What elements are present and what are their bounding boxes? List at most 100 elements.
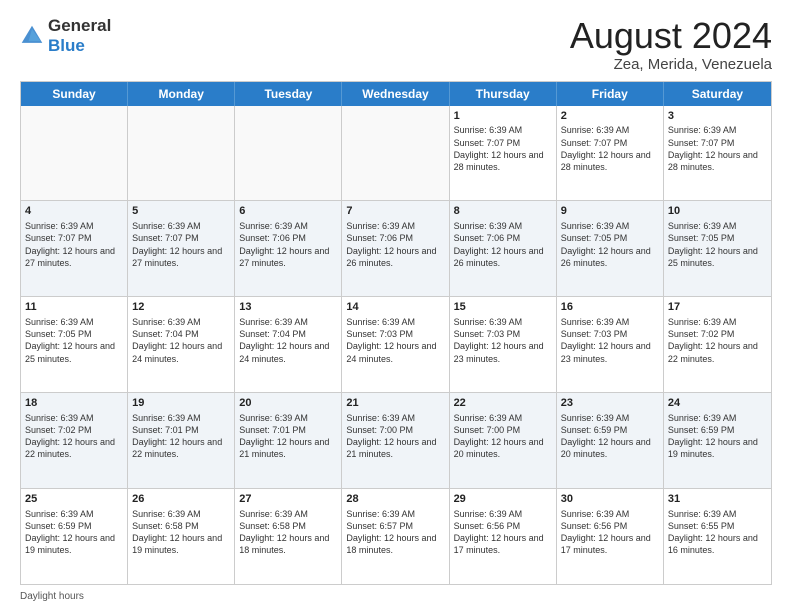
logo-icon xyxy=(20,24,44,48)
footer: Daylight hours xyxy=(20,591,772,602)
day-number: 30 xyxy=(561,492,659,507)
page: General Blue August 2024 Zea, Merida, Ve… xyxy=(0,0,792,612)
day-info: Daylight: 12 hours and 26 minutes. xyxy=(561,245,659,269)
calendar-day-header: Tuesday xyxy=(235,82,342,106)
day-info: Sunset: 7:07 PM xyxy=(454,137,552,149)
calendar-cell xyxy=(21,106,128,201)
calendar-week: 18Sunrise: 6:39 AMSunset: 7:02 PMDayligh… xyxy=(21,393,771,489)
day-info: Sunrise: 6:39 AM xyxy=(239,316,337,328)
day-info: Daylight: 12 hours and 27 minutes. xyxy=(239,245,337,269)
day-info: Sunrise: 6:39 AM xyxy=(668,124,767,136)
day-number: 9 xyxy=(561,204,659,219)
calendar-cell: 21Sunrise: 6:39 AMSunset: 7:00 PMDayligh… xyxy=(342,393,449,488)
day-info: Sunrise: 6:39 AM xyxy=(25,412,123,424)
day-info: Sunset: 7:06 PM xyxy=(239,232,337,244)
day-info: Sunrise: 6:39 AM xyxy=(25,508,123,520)
day-number: 24 xyxy=(668,396,767,411)
day-info: Sunrise: 6:39 AM xyxy=(454,220,552,232)
day-info: Sunrise: 6:39 AM xyxy=(454,124,552,136)
day-info: Sunrise: 6:39 AM xyxy=(561,508,659,520)
day-number: 19 xyxy=(132,396,230,411)
day-number: 29 xyxy=(454,492,552,507)
day-number: 8 xyxy=(454,204,552,219)
calendar-cell: 6Sunrise: 6:39 AMSunset: 7:06 PMDaylight… xyxy=(235,201,342,296)
day-info: Sunset: 7:07 PM xyxy=(25,232,123,244)
day-info: Daylight: 12 hours and 28 minutes. xyxy=(561,149,659,173)
calendar-cell: 20Sunrise: 6:39 AMSunset: 7:01 PMDayligh… xyxy=(235,393,342,488)
day-number: 4 xyxy=(25,204,123,219)
day-info: Daylight: 12 hours and 22 minutes. xyxy=(25,436,123,460)
day-number: 25 xyxy=(25,492,123,507)
day-number: 5 xyxy=(132,204,230,219)
day-info: Daylight: 12 hours and 19 minutes. xyxy=(132,532,230,556)
day-info: Daylight: 12 hours and 28 minutes. xyxy=(454,149,552,173)
logo-general-text: General xyxy=(48,16,111,36)
day-info: Daylight: 12 hours and 28 minutes. xyxy=(668,149,767,173)
day-info: Daylight: 12 hours and 24 minutes. xyxy=(239,340,337,364)
main-title: August 2024 xyxy=(570,16,772,56)
calendar-cell: 23Sunrise: 6:39 AMSunset: 6:59 PMDayligh… xyxy=(557,393,664,488)
calendar-cell: 27Sunrise: 6:39 AMSunset: 6:58 PMDayligh… xyxy=(235,489,342,584)
day-info: Sunrise: 6:39 AM xyxy=(132,316,230,328)
day-info: Sunset: 7:07 PM xyxy=(668,137,767,149)
day-info: Sunrise: 6:39 AM xyxy=(132,508,230,520)
day-number: 26 xyxy=(132,492,230,507)
day-info: Daylight: 12 hours and 16 minutes. xyxy=(668,532,767,556)
calendar-cell: 8Sunrise: 6:39 AMSunset: 7:06 PMDaylight… xyxy=(450,201,557,296)
day-number: 31 xyxy=(668,492,767,507)
day-info: Daylight: 12 hours and 21 minutes. xyxy=(239,436,337,460)
day-info: Sunset: 7:04 PM xyxy=(132,328,230,340)
day-number: 18 xyxy=(25,396,123,411)
calendar-cell: 3Sunrise: 6:39 AMSunset: 7:07 PMDaylight… xyxy=(664,106,771,201)
day-info: Sunset: 6:59 PM xyxy=(668,424,767,436)
logo-inner: General Blue xyxy=(20,16,111,56)
calendar-week: 25Sunrise: 6:39 AMSunset: 6:59 PMDayligh… xyxy=(21,489,771,584)
day-info: Sunset: 7:02 PM xyxy=(668,328,767,340)
logo-general: General xyxy=(48,16,111,36)
day-info: Daylight: 12 hours and 20 minutes. xyxy=(561,436,659,460)
calendar-cell: 5Sunrise: 6:39 AMSunset: 7:07 PMDaylight… xyxy=(128,201,235,296)
calendar-week: 11Sunrise: 6:39 AMSunset: 7:05 PMDayligh… xyxy=(21,297,771,393)
calendar-cell: 25Sunrise: 6:39 AMSunset: 6:59 PMDayligh… xyxy=(21,489,128,584)
day-info: Daylight: 12 hours and 19 minutes. xyxy=(25,532,123,556)
calendar-day-header: Thursday xyxy=(450,82,557,106)
day-info: Sunset: 7:01 PM xyxy=(132,424,230,436)
day-number: 13 xyxy=(239,300,337,315)
calendar-cell: 14Sunrise: 6:39 AMSunset: 7:03 PMDayligh… xyxy=(342,297,449,392)
day-info: Sunset: 7:03 PM xyxy=(561,328,659,340)
day-info: Sunset: 6:55 PM xyxy=(668,520,767,532)
day-info: Sunrise: 6:39 AM xyxy=(668,508,767,520)
day-number: 15 xyxy=(454,300,552,315)
day-info: Sunrise: 6:39 AM xyxy=(561,316,659,328)
day-info: Sunset: 6:56 PM xyxy=(454,520,552,532)
logo-blue-text: Blue xyxy=(48,36,85,55)
calendar-cell: 10Sunrise: 6:39 AMSunset: 7:05 PMDayligh… xyxy=(664,201,771,296)
day-info: Daylight: 12 hours and 24 minutes. xyxy=(346,340,444,364)
calendar-cell: 17Sunrise: 6:39 AMSunset: 7:02 PMDayligh… xyxy=(664,297,771,392)
day-info: Sunset: 7:07 PM xyxy=(132,232,230,244)
daylight-label: Daylight hours xyxy=(20,591,84,602)
day-number: 12 xyxy=(132,300,230,315)
day-info: Sunrise: 6:39 AM xyxy=(561,412,659,424)
day-info: Sunset: 6:56 PM xyxy=(561,520,659,532)
day-number: 27 xyxy=(239,492,337,507)
day-info: Daylight: 12 hours and 27 minutes. xyxy=(25,245,123,269)
day-info: Sunset: 7:04 PM xyxy=(239,328,337,340)
day-info: Sunset: 7:06 PM xyxy=(346,232,444,244)
day-number: 10 xyxy=(668,204,767,219)
day-info: Sunrise: 6:39 AM xyxy=(561,220,659,232)
calendar-body: 1Sunrise: 6:39 AMSunset: 7:07 PMDaylight… xyxy=(21,106,771,584)
day-info: Sunset: 7:05 PM xyxy=(668,232,767,244)
day-number: 6 xyxy=(239,204,337,219)
day-info: Daylight: 12 hours and 27 minutes. xyxy=(132,245,230,269)
day-number: 22 xyxy=(454,396,552,411)
day-info: Sunrise: 6:39 AM xyxy=(668,412,767,424)
day-info: Daylight: 12 hours and 24 minutes. xyxy=(132,340,230,364)
day-info: Sunset: 7:03 PM xyxy=(346,328,444,340)
calendar-cell: 22Sunrise: 6:39 AMSunset: 7:00 PMDayligh… xyxy=(450,393,557,488)
day-number: 28 xyxy=(346,492,444,507)
day-info: Sunrise: 6:39 AM xyxy=(239,412,337,424)
calendar-cell: 15Sunrise: 6:39 AMSunset: 7:03 PMDayligh… xyxy=(450,297,557,392)
header: General Blue August 2024 Zea, Merida, Ve… xyxy=(20,16,772,73)
calendar-cell: 18Sunrise: 6:39 AMSunset: 7:02 PMDayligh… xyxy=(21,393,128,488)
